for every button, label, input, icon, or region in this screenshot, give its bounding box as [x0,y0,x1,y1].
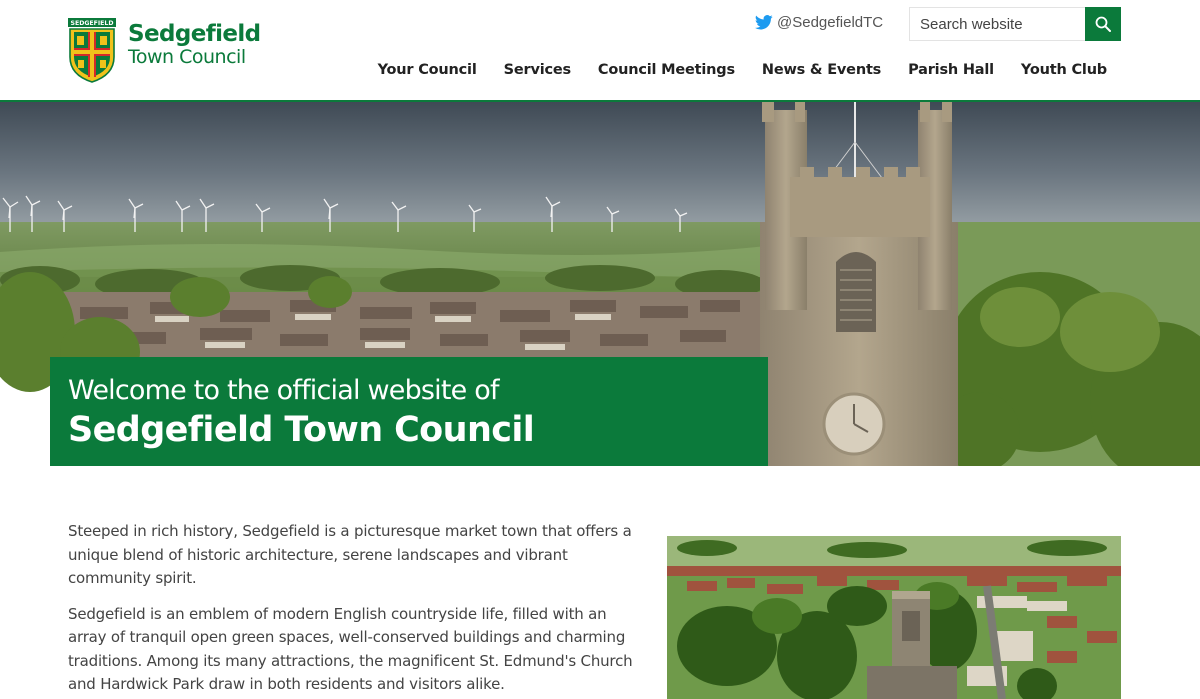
twitter-bird-icon [755,15,773,30]
search-button[interactable] [1085,7,1121,41]
nav-news-events[interactable]: News & Events [762,62,881,78]
intro-paragraph: Sedgefield is an emblem of modern Englis… [68,604,633,694]
search-input[interactable] [909,7,1085,41]
aerial-town-photo [667,536,1121,699]
logo-title: Sedgefield [128,21,261,47]
site-header: SEDGEFIELD Sedgefield Town Council @Sedg… [0,0,1200,102]
welcome-banner: Welcome to the official website of Sedge… [50,357,768,466]
magnifier-icon [1095,16,1111,32]
site-logo-link[interactable]: SEDGEFIELD Sedgefield Town Council [67,17,261,83]
twitter-link[interactable]: @SedgefieldTC [755,14,883,31]
svg-text:SEDGEFIELD: SEDGEFIELD [71,20,114,27]
logo-text: Sedgefield Town Council [128,23,261,67]
nav-your-council[interactable]: Your Council [378,62,477,78]
intro-paragraph: Steeped in rich history, Sedgefield is a… [68,522,632,587]
nav-council-meetings[interactable]: Council Meetings [598,62,735,78]
town-crest-icon: SEDGEFIELD [68,18,116,83]
logo-subtitle: Town Council [128,46,246,68]
nav-youth-club[interactable]: Youth Club [1021,62,1107,78]
nav-parish-hall[interactable]: Parish Hall [908,62,994,78]
nav-services[interactable]: Services [504,62,572,78]
twitter-handle: @SedgefieldTC [777,14,884,31]
welcome-council-name: Sedgefield Town Council [68,410,535,450]
intro-content: Steeped in rich history, Sedgefield is a… [68,520,638,699]
hero-banner: Welcome to the official website of Sedge… [0,102,1200,466]
site-search [909,7,1121,41]
main-nav: Your Council Services Council Meetings N… [351,62,1108,78]
welcome-intro-text: Welcome to the official website of [68,375,499,406]
aerial-photo-image [667,536,1121,699]
